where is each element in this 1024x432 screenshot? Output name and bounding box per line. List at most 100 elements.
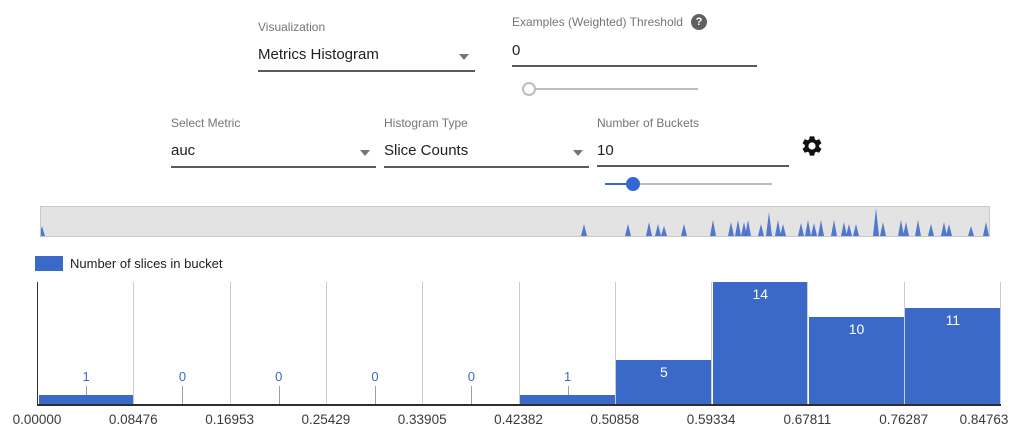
bar-label-stem — [86, 386, 87, 395]
bar-value-label: 0 — [355, 369, 395, 384]
overview-brush-strip[interactable] — [40, 206, 990, 237]
bar-label-stem — [279, 386, 280, 404]
threshold-slider[interactable] — [522, 82, 698, 96]
threshold-control: Examples (Weighted) Threshold ? — [512, 14, 757, 67]
density-spike — [831, 220, 837, 236]
visualization-dropdown[interactable]: Visualization Metrics Histogram — [258, 20, 475, 72]
density-spike — [818, 220, 824, 236]
chevron-down-icon[interactable] — [573, 150, 583, 156]
settings-gear-icon[interactable] — [800, 134, 824, 161]
density-spike — [745, 220, 751, 236]
bar-value-label: 0 — [451, 369, 491, 384]
plot-area: 1000015141011 — [37, 282, 1001, 406]
gridline — [422, 282, 423, 404]
x-axis-tick-label: 0.00000 — [0, 412, 82, 427]
chart-legend: Number of slices in bucket — [35, 256, 222, 271]
density-spike — [646, 222, 652, 236]
density-spike — [798, 223, 804, 236]
legend-label: Number of slices in bucket — [70, 256, 222, 271]
threshold-slider-thumb[interactable] — [522, 82, 536, 96]
threshold-input[interactable] — [512, 35, 757, 65]
bar-value-label: 10 — [832, 321, 882, 337]
gridline — [133, 282, 134, 404]
density-spike — [661, 226, 667, 236]
density-spike — [728, 222, 734, 236]
metrics-histogram-panel: Visualization Metrics Histogram Examples… — [0, 0, 1024, 432]
density-spike — [915, 220, 921, 236]
select-metric-value: auc — [171, 142, 195, 160]
density-spike — [710, 220, 716, 236]
bar-value-label: 5 — [639, 364, 689, 380]
density-spike — [581, 224, 587, 236]
density-spike — [775, 220, 781, 236]
density-spike — [880, 222, 886, 236]
x-axis-tick-label: 0.33905 — [377, 412, 467, 427]
visualization-label: Visualization — [258, 20, 475, 34]
bar-value-label: 0 — [259, 369, 299, 384]
x-axis-tick-label: 0.50858 — [570, 412, 660, 427]
x-axis-tick-label: 0.42382 — [474, 412, 564, 427]
gridline — [519, 282, 520, 404]
chevron-down-icon[interactable] — [459, 54, 469, 60]
density-spike — [873, 208, 879, 236]
density-spike — [928, 224, 934, 236]
bar-value-label: 0 — [162, 369, 202, 384]
density-spike — [758, 224, 764, 236]
histogram-type-label: Histogram Type — [384, 116, 589, 130]
x-axis-tick-label: 0.08476 — [88, 412, 178, 427]
num-buckets-label: Number of Buckets — [597, 116, 789, 130]
density-spike — [811, 223, 817, 236]
density-spike — [780, 224, 786, 236]
histogram-bar[interactable] — [39, 395, 134, 404]
density-spike — [735, 220, 741, 236]
gridline — [326, 282, 327, 404]
metrics-histogram-chart: 1000015141011 0.000000.084760.169530.254… — [0, 282, 1024, 432]
density-spike — [968, 226, 974, 236]
bar-value-label: 1 — [548, 369, 588, 384]
x-axis-tick-label: 0.84763 — [939, 412, 1024, 427]
bar-label-stem — [375, 386, 376, 404]
legend-swatch — [35, 256, 63, 271]
bar-value-label: 14 — [735, 286, 785, 302]
slider-track[interactable] — [534, 88, 698, 90]
x-axis-tick-label: 0.76287 — [859, 412, 949, 427]
num-buckets-slider-thumb[interactable] — [626, 177, 640, 191]
density-spike — [946, 224, 952, 236]
density-spike — [846, 224, 852, 236]
density-spike — [655, 224, 661, 236]
x-axis-tick-label: 0.25429 — [281, 412, 371, 427]
histogram-type-dropdown[interactable]: Histogram Type Slice Counts — [384, 116, 589, 168]
density-spike — [898, 220, 904, 236]
density-spike — [41, 226, 45, 236]
bar-label-stem — [182, 386, 183, 404]
select-metric-dropdown[interactable]: Select Metric auc — [171, 116, 376, 168]
bar-label-stem — [471, 386, 472, 404]
slider-track[interactable] — [640, 183, 772, 185]
threshold-label: Examples (Weighted) Threshold — [512, 15, 683, 29]
num-buckets-input[interactable] — [597, 135, 789, 165]
density-spike — [625, 224, 631, 236]
visualization-value: Metrics Histogram — [258, 46, 379, 64]
density-spike — [681, 224, 687, 236]
help-icon[interactable]: ? — [691, 14, 707, 30]
bar-value-label: 11 — [928, 312, 978, 328]
bar-value-label: 1 — [66, 369, 106, 384]
chevron-down-icon[interactable] — [360, 150, 370, 156]
density-spike — [766, 212, 772, 236]
num-buckets-control: Number of Buckets — [597, 116, 789, 167]
density-spike — [805, 220, 811, 236]
density-spike — [983, 222, 989, 236]
x-axis-tick-label: 0.16953 — [185, 412, 275, 427]
x-axis-tick-label: 0.59334 — [666, 412, 756, 427]
density-spikes — [41, 207, 989, 236]
select-metric-label: Select Metric — [171, 116, 376, 130]
histogram-bar[interactable] — [520, 395, 615, 404]
x-axis-tick-label: 0.67811 — [762, 412, 852, 427]
gridline — [1000, 282, 1001, 404]
density-spike — [841, 222, 847, 236]
density-spike — [903, 222, 909, 236]
num-buckets-slider[interactable] — [605, 177, 772, 191]
density-spike — [853, 224, 859, 236]
bar-label-stem — [568, 386, 569, 395]
gridline — [230, 282, 231, 404]
